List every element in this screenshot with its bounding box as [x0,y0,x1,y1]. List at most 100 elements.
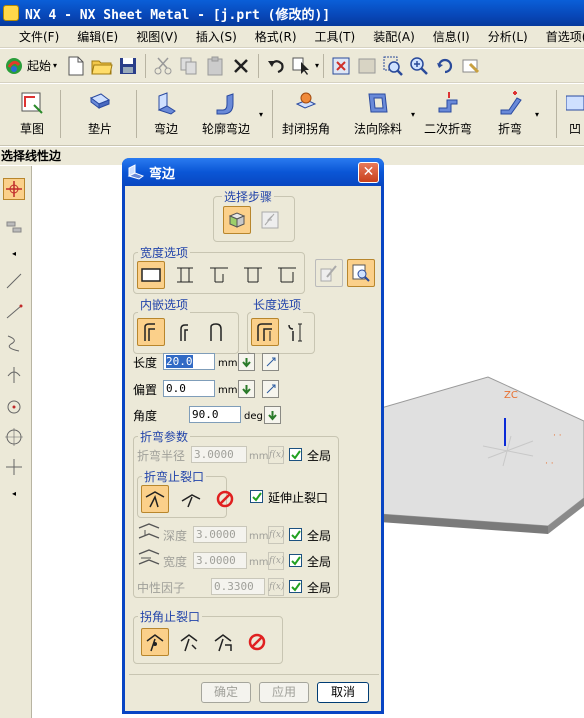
length-inner-option[interactable] [283,318,311,346]
menu-edit[interactable]: 编辑(E) [68,27,127,47]
dialog-titlebar[interactable]: 弯边 ✕ [122,158,384,186]
line-angle-icon[interactable] [3,300,25,322]
sketch-tool[interactable]: 草图 [12,84,52,144]
menu-preferences[interactable]: 首选项(P) [537,27,584,47]
length-outer-option[interactable] [251,318,279,346]
length-input[interactable]: 20.0 [163,353,215,370]
relief-depth-fx-button[interactable]: f(x) [268,526,284,544]
menu-format[interactable]: 格式(R) [246,27,306,47]
normal-cutout-tool[interactable]: 法向除料 ▾ [350,84,415,144]
bend-relief-round-option[interactable] [177,485,205,513]
angle-input[interactable]: 90.0 [189,406,241,423]
menu-tools[interactable]: 工具(T) [306,27,365,47]
neutral-factor-global-checkbox[interactable] [289,580,302,593]
angle-dropdown-icon[interactable] [264,406,281,424]
corner-relief-bend-only-option[interactable] [141,628,169,656]
flange-tool[interactable]: 弯边 [146,84,186,144]
menu-info[interactable]: 信息(I) [424,27,479,47]
menu-file[interactable]: 文件(F) [10,27,68,47]
sketch-step-icon[interactable] [256,206,284,234]
length-dropdown-icon[interactable] [238,353,255,371]
angle-label: 角度 [133,409,158,423]
inset-material-outside-option[interactable] [171,318,199,346]
copy-icon[interactable] [176,53,202,79]
apply-button[interactable]: 应用 [259,682,309,703]
window-titlebar[interactable]: NX 4 - NX Sheet Metal - [j.prt (修改的)] [0,0,584,26]
bend-radius-global-checkbox[interactable] [289,448,302,461]
chain-icon[interactable] [3,216,25,238]
offset-dropdown-icon[interactable] [238,380,255,398]
zoom-in-icon[interactable] [406,53,432,79]
corner-relief-bend-face-chain-option[interactable] [209,628,237,656]
menu-insert[interactable]: 插入(S) [187,27,246,47]
bend-dropdown-icon[interactable]: ▾ [535,110,539,119]
bend-radius-fx-button[interactable]: f(x) [268,446,284,464]
cut-icon[interactable] [150,53,176,79]
width-at-center-option[interactable] [171,261,199,289]
relief-depth-input[interactable]: 3.0000 [193,526,247,543]
expand-left-icon[interactable]: ◂ [3,242,25,264]
menu-analysis[interactable]: 分析(L) [479,27,537,47]
corner-relief-none-icon[interactable] [243,628,271,656]
width-from-end-option[interactable] [273,261,301,289]
relief-depth-global-checkbox[interactable] [289,528,302,541]
corner-relief-bend-face-option[interactable] [175,628,203,656]
inset-material-inside-option[interactable] [137,318,165,346]
fit-view-icon[interactable] [328,53,354,79]
close-icon[interactable]: ✕ [358,162,379,183]
delete-icon[interactable] [228,53,254,79]
tab-tool[interactable]: 垫片 [80,84,120,144]
neutral-factor-input[interactable]: 0.3300 [211,578,265,595]
length-flip-icon[interactable] [262,353,279,371]
cancel-button[interactable]: 取消 [317,682,369,703]
width-preview-icon[interactable] [347,259,375,287]
contour-flange-dropdown-icon[interactable]: ▾ [259,110,263,119]
relief-width-global-checkbox[interactable] [289,554,302,567]
contour-flange-tool[interactable]: 轮廓弯边 ▾ [198,84,263,144]
relief-width-fx-button[interactable]: f(x) [268,552,284,570]
zoom-area-icon[interactable] [380,53,406,79]
normal-cutout-dropdown-icon[interactable]: ▾ [411,110,415,119]
width-from-both-ends-option[interactable] [239,261,267,289]
neutral-factor-fx-button[interactable]: f(x) [268,578,284,596]
new-file-icon[interactable] [63,53,89,79]
menu-assembly[interactable]: 装配(A) [364,27,424,47]
select-filter-icon[interactable] [289,53,315,79]
ok-button[interactable]: 确定 [201,682,251,703]
save-icon[interactable] [115,53,141,79]
width-full-option[interactable] [137,261,165,289]
bend-relief-none-icon[interactable] [211,485,239,513]
pan-icon[interactable] [458,53,484,79]
closed-corner-tool[interactable]: 封闭拐角 [278,84,334,144]
undo-icon[interactable] [263,53,289,79]
zoom-window-icon[interactable] [354,53,380,79]
jog-tool[interactable]: 二次折弯 [420,84,476,144]
bend-radius-input[interactable]: 3.0000 [191,446,247,463]
curve-icon[interactable] [3,332,25,354]
menu-view[interactable]: 视图(V) [127,27,187,47]
bend-relief-square-option[interactable] [141,485,169,513]
expand-left-icon-2[interactable]: ◂ [3,482,25,504]
extend-relief-checkbox[interactable] [250,490,263,503]
bend-tool[interactable]: 折弯 ▾ [490,84,539,144]
dimple-tool[interactable]: 凹 [566,84,584,144]
paste-icon[interactable] [202,53,228,79]
tangent-icon[interactable] [3,364,25,386]
relief-width-input[interactable]: 3.0000 [193,552,247,569]
offset-input[interactable]: 0.0 [163,380,215,397]
rotate-icon[interactable] [432,53,458,79]
crosshair-icon[interactable] [3,456,25,478]
filter-dropdown-icon[interactable]: ▾ [315,61,319,70]
point-snap-icon[interactable] [3,178,25,200]
open-folder-icon[interactable] [89,53,115,79]
inset-bend-outside-option[interactable] [203,318,231,346]
width-at-end-option[interactable] [205,261,233,289]
offset-flip-icon[interactable] [262,380,279,398]
line-icon[interactable] [3,270,25,292]
circle-center-icon[interactable] [3,396,25,418]
width-edit-icon[interactable] [315,259,343,287]
select-edge-step-icon[interactable] [223,206,251,234]
circle-icon[interactable] [3,426,25,448]
length-value: 20.0 [166,355,193,368]
start-button[interactable]: 起始 ▾ [4,56,57,76]
